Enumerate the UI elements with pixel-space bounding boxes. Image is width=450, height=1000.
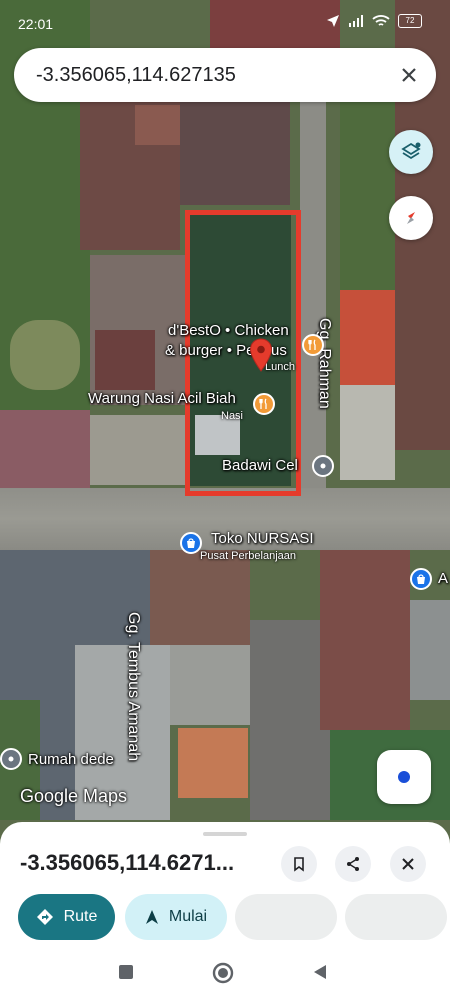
action-chip-placeholder[interactable] xyxy=(235,894,337,940)
satellite-map[interactable]: Gg. Rahman Gg. Tembus Amanah d'BestO • C… xyxy=(0,0,450,850)
poi-sublabel: Pusat Perbelanjaan xyxy=(200,550,297,562)
poi-label[interactable]: & burger • Per xyxy=(165,342,259,359)
home-icon[interactable] xyxy=(212,962,234,984)
layers-button[interactable] xyxy=(389,130,433,174)
close-icon xyxy=(402,68,416,82)
sheet-drag-handle[interactable] xyxy=(203,832,247,836)
back-icon[interactable] xyxy=(312,964,328,980)
poi-label[interactable]: Toko NURSASI xyxy=(211,530,314,547)
vegetation-area-east xyxy=(340,90,400,290)
status-icons: 72 xyxy=(326,14,422,28)
poi-label[interactable]: Badawi Cel xyxy=(222,457,298,474)
rooftops xyxy=(178,728,248,798)
rooftops xyxy=(150,550,250,645)
rooftops xyxy=(250,620,330,820)
clock: 22:01 xyxy=(18,16,54,32)
shopping-icon[interactable] xyxy=(180,532,202,554)
recent-apps-icon[interactable] xyxy=(118,964,134,980)
rooftops xyxy=(340,290,395,385)
system-nav-bar xyxy=(0,952,450,1000)
directions-button[interactable]: Rute xyxy=(18,894,115,940)
my-location-icon xyxy=(398,771,410,783)
rooftops xyxy=(170,645,250,725)
save-button[interactable] xyxy=(281,846,317,882)
start-label: Mulai xyxy=(168,908,208,925)
search-input[interactable]: -3.356065,114.627135 xyxy=(36,64,382,87)
status-bar: 22:01 72 xyxy=(0,0,450,46)
close-icon xyxy=(402,858,414,870)
directions-icon xyxy=(36,909,53,925)
poi-label-fragment: A xyxy=(438,570,449,587)
rooftops xyxy=(340,385,395,480)
street-label-rahman: Gg. Rahman xyxy=(316,318,333,409)
restaurant-icon[interactable] xyxy=(253,393,275,415)
layers-icon xyxy=(401,142,421,160)
wifi-icon xyxy=(372,15,390,26)
map-pin-icon[interactable] xyxy=(312,455,334,477)
my-location-button[interactable] xyxy=(377,750,431,804)
poi-label[interactable]: Warung Nasi Acil Biah xyxy=(88,390,236,407)
directions-label: Rute xyxy=(63,908,98,925)
share-button[interactable] xyxy=(335,846,371,882)
navigation-arrow-icon xyxy=(327,15,339,27)
rooftops xyxy=(410,600,450,700)
share-icon xyxy=(347,857,359,871)
poi-sublabel: Nasi xyxy=(221,410,244,422)
start-arrow-icon xyxy=(145,910,158,924)
map-pin-icon[interactable] xyxy=(249,338,273,372)
rooftops xyxy=(180,100,290,205)
rooftops xyxy=(0,410,90,490)
rooftops xyxy=(135,105,180,145)
bookmark-icon xyxy=(294,857,304,872)
street-label-amanah: Gg. Tembus Amanah xyxy=(125,612,142,762)
map-attribution: Google Maps xyxy=(20,786,128,806)
signal-icon xyxy=(349,15,363,27)
poi-label[interactable]: d'BestO • Chicken xyxy=(168,322,289,339)
poi-label[interactable]: Rumah dede xyxy=(28,751,114,768)
clear-search-button[interactable] xyxy=(382,48,436,102)
lane-rahman xyxy=(300,90,326,490)
poi-label-fragment: us xyxy=(271,342,287,359)
rooftops xyxy=(320,550,410,730)
start-button[interactable]: Mulai xyxy=(125,894,227,940)
map-pin-icon[interactable] xyxy=(0,748,22,770)
compass-icon xyxy=(407,211,415,225)
close-button[interactable] xyxy=(390,846,426,882)
field-patch xyxy=(10,320,80,390)
restaurant-icon[interactable] xyxy=(302,334,324,356)
action-chip-placeholder[interactable] xyxy=(345,894,447,940)
place-title: -3.356065,114.6271... xyxy=(20,850,235,875)
compass-button[interactable] xyxy=(389,196,433,240)
rooftops xyxy=(90,415,185,485)
place-sheet[interactable]: -3.356065,114.6271... Rute Mulai xyxy=(0,822,450,952)
battery-icon: 72 xyxy=(398,14,422,28)
shopping-icon[interactable] xyxy=(410,568,432,590)
search-bar[interactable]: -3.356065,114.627135 xyxy=(14,48,436,102)
rooftops xyxy=(95,330,155,390)
